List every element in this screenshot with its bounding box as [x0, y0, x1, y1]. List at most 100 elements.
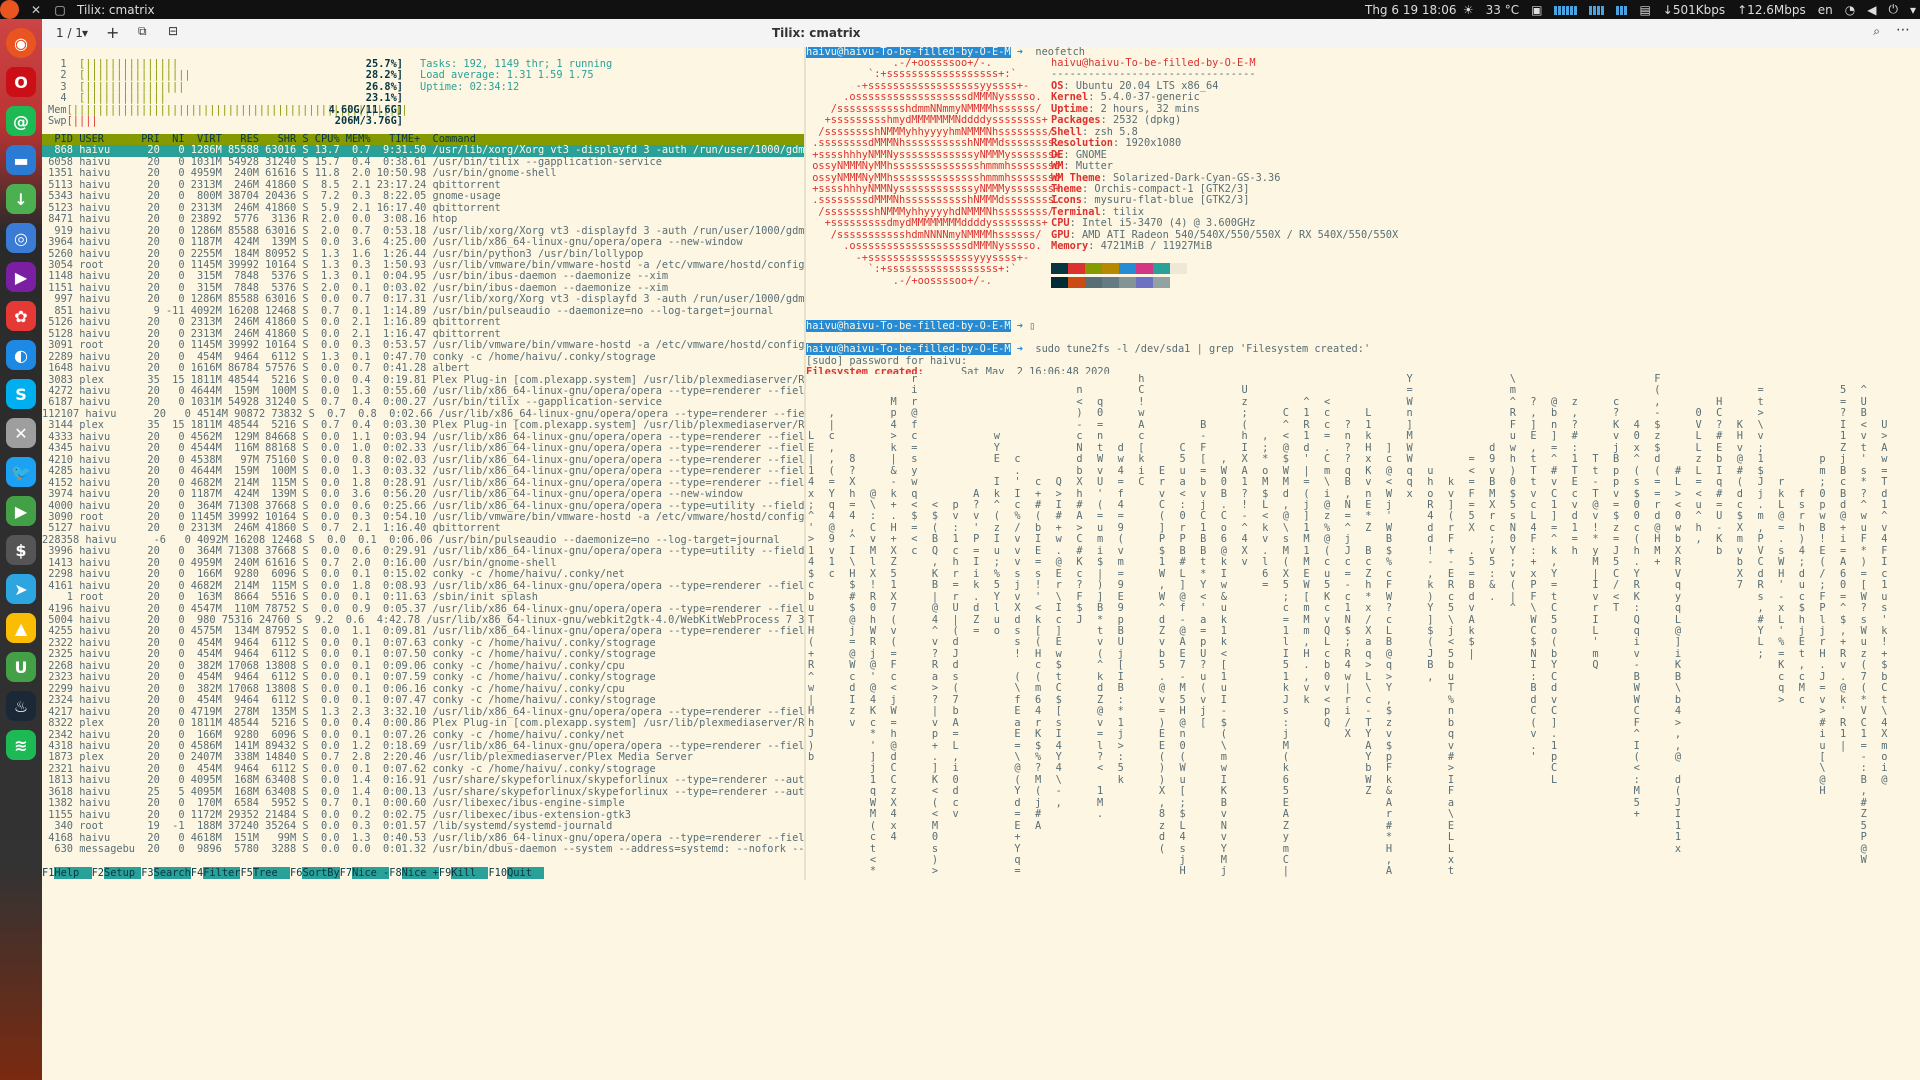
mail-icon[interactable]: @ — [6, 106, 36, 136]
matrix-column: , ; * o M $ L < k v . l 6 = — [1262, 430, 1269, 592]
matrix-column: ? n ? ? q B , N = ^ j J c = - c 1 N $ ; … — [1344, 418, 1351, 741]
matrix-column: 0 V L L z L = < u ^ h , — [1695, 407, 1702, 546]
cpu-bar: [|||||||||||||||| — [79, 80, 185, 93]
mem-monitor-icon[interactable] — [1589, 5, 1605, 15]
fkey-key: F3 — [141, 867, 154, 879]
media-icon[interactable]: ▶ — [6, 496, 36, 526]
split-down-icon[interactable]: ⊟ — [168, 24, 178, 38]
table-row[interactable]: 8322 plex 20 0 1811M 48544 5216 S 0.0 0.… — [42, 717, 805, 729]
prompt-userhost: haivu@haivu-To-be-filled-by-O-E-M — [806, 343, 1011, 356]
fkey-f2[interactable]: F2Setup — [91, 867, 142, 879]
matrix-column: # L > < 0 w b X R V q y q L @ ] i K B \ … — [1674, 464, 1682, 855]
opera-icon[interactable]: O — [6, 67, 36, 97]
cmatrix-terminal[interactable]: L E | 1 4 x ; ^ ' > 1 4 $ c b u T H ( + … — [806, 374, 1920, 880]
table-row[interactable]: 8471 haivu 20 0 23892 5776 3136 R 2.0 0.… — [42, 213, 805, 225]
fan-icon[interactable]: ✿ — [6, 301, 36, 331]
fkey-f7[interactable]: F7Nice - — [339, 867, 390, 879]
close-icon[interactable]: ✕ — [29, 3, 43, 17]
active-window-title: Tilix: cmatrix — [77, 2, 155, 17]
window-icon[interactable]: ▢ — [53, 3, 67, 17]
matrix-column: q 0 = n t W v U ' ( = u m i $ | ) ] B * … — [1096, 395, 1104, 821]
table-row[interactable]: 2298 haivu 20 0 166M 9280 6096 S 0.0 0.1… — [42, 568, 805, 580]
twitter-icon[interactable]: 🐦 — [6, 457, 36, 487]
table-row[interactable]: 340 root 19 -1 188M 37240 35264 S 0.0 0.… — [42, 820, 805, 832]
color-swatch — [1170, 277, 1187, 289]
image-icon[interactable]: ▣ — [1531, 3, 1542, 17]
table-row[interactable]: 1 root 20 0 163M 8664 5516 S 0.0 0.1 0:1… — [42, 591, 805, 603]
drive-icon[interactable]: ▲ — [6, 613, 36, 643]
toggle-icon[interactable]: ◎ — [6, 223, 36, 253]
table-row[interactable]: 5343 haivu 20 0 800M 38704 20436 S 7.2 0… — [42, 190, 805, 202]
htop-terminal[interactable]: 1 [||||||||||||||| 25.7%] 2 [||||||||||||… — [42, 47, 805, 880]
table-row[interactable]: 3974 haivu 20 0 1187M 424M 139M S 0.0 3.… — [42, 488, 805, 500]
language[interactable]: en — [1818, 3, 1833, 17]
wifi-icon[interactable]: ◔ — [1845, 3, 1855, 17]
net-up[interactable]: ↑12.6Mbps — [1737, 3, 1806, 17]
temperature[interactable]: 33 °C — [1486, 3, 1519, 17]
power-icon[interactable]: ⏻ — [1888, 2, 1898, 17]
fkey-f6[interactable]: F6SortBy — [290, 867, 340, 879]
table-row[interactable]: 3964 haivu 20 0 1187M 424M 139M S 0.0 3.… — [42, 236, 805, 248]
table-row[interactable]: 630 messagebu 20 0 9896 5780 3288 S 0.0 … — [42, 843, 805, 855]
fs-line: Filesystem created: Sat May 2 16:06:48 2… — [806, 367, 1370, 374]
fkey-key: F8 — [389, 867, 402, 879]
fkey-f9[interactable]: F9Kill — [438, 867, 489, 879]
add-terminal-button[interactable]: + — [106, 23, 119, 42]
skype-icon[interactable]: S — [6, 379, 36, 409]
chevron-down-icon[interactable]: ▾ — [82, 26, 88, 40]
search-icon[interactable]: ⌕ — [1873, 24, 1880, 39]
matrix-column: 5 = ? I 1 Z j B c B d @ + i = A 6 0 = ^ … — [1840, 384, 1847, 752]
ubuntu-logo-icon[interactable] — [0, 0, 19, 19]
neofetch-terminal[interactable]: haivu@haivu-To-be-filled-by-O-E-M ➜ neof… — [806, 47, 1920, 374]
ascii-art-line: .ssssssssdMMMNhsssssssssshNMMMdssssssss. — [806, 137, 1061, 150]
info-value: Orchis-compact-1 [GTK2/3] — [1094, 182, 1250, 195]
info-value: Solarized-Dark-Cyan-GS-3.36 — [1113, 171, 1281, 184]
fkey-f1[interactable]: F1Help — [42, 867, 92, 879]
meters-left: 1 [||||||||||||||| 25.7%] 2 [||||||||||||… — [48, 58, 408, 128]
table-row[interactable]: 4345 haivu 20 0 4544M 116M 88168 S 0.0 1… — [42, 442, 805, 454]
matrix-column: T t - T @ v ! * y M | I v r I L ' m Q — [1592, 453, 1599, 672]
clock[interactable]: Thg 6 19 18:06 — [1365, 3, 1456, 17]
htop-meters: 1 [||||||||||||||| 25.7%] 2 [||||||||||||… — [42, 47, 805, 134]
table-row[interactable]: 2324 haivu 20 0 454M 9464 6112 S 0.0 0.1… — [42, 694, 805, 706]
ubuntu-icon[interactable]: ◉ — [6, 28, 36, 58]
cpu-monitor-icon[interactable] — [1554, 5, 1578, 15]
video-icon[interactable]: ▶ — [6, 262, 36, 292]
telegram-icon[interactable]: ➤ — [6, 574, 36, 604]
matrix-column: c ? K v j B p p v = $ z = J 5 C / < T — [1612, 395, 1620, 615]
fkey-key: F2 — [91, 867, 105, 879]
table-row[interactable]: 4285 haivu 20 0 4644M 159M 100M S 0.0 1.… — [42, 465, 805, 477]
speedometer-icon[interactable]: ◐ — [6, 340, 36, 370]
chevron-down-icon[interactable]: ▾ — [1910, 3, 1916, 17]
steam-icon[interactable]: ♨ — [6, 691, 36, 721]
table-row[interactable]: 1648 haivu 20 0 1616M 86784 57576 S 0.0 … — [42, 362, 805, 374]
files-icon[interactable]: ▬ — [6, 145, 36, 175]
fkey-f3[interactable]: F3Search — [141, 867, 191, 879]
spotify-icon[interactable]: ≋ — [6, 730, 36, 760]
dollar-icon[interactable]: $ — [6, 535, 36, 565]
matrix-column: , W 0 B . C o 6 @ k I w & u k 1 k < [ 1 … — [1220, 453, 1227, 878]
fkey-f10[interactable]: F10Quit — [488, 867, 545, 879]
fkey-f8[interactable]: F8Nice + — [389, 867, 439, 879]
ubuntu-one-icon[interactable]: U — [6, 652, 36, 682]
matrix-column: ] c @ < W j ' W B $ % c F W ? c L B @ q … — [1385, 441, 1393, 878]
disk-monitor-icon[interactable] — [1616, 5, 1628, 15]
fkey-f5[interactable]: F5Tree — [240, 867, 291, 879]
system-top-bar: ✕ ▢ Tilix: cmatrix Thg 6 19 18:06 ☀ 33 °… — [0, 0, 1920, 19]
download-icon[interactable]: ↓ — [6, 184, 36, 214]
net-down[interactable]: ↓501Kbps — [1663, 3, 1725, 17]
info-key: GPU — [1051, 228, 1070, 241]
split-right-icon[interactable]: ⧉ — [138, 24, 147, 39]
table-row[interactable]: 5126 haivu 20 0 2313M 246M 41860 S 0.0 2… — [42, 316, 805, 328]
info-value: AMD ATI Radeon 540/540X/550/550X / RX 54… — [1082, 228, 1399, 241]
ascii-art-line: ossyNMMMNyMMhsssssssssssssshmmmhssssssso — [806, 160, 1061, 173]
session-indicator[interactable]: 1 / 1 — [56, 26, 83, 40]
color-swatch — [1102, 277, 1119, 289]
clipboard-icon[interactable]: ▤ — [1639, 3, 1650, 17]
fkey-f4[interactable]: F4Filter — [190, 867, 241, 879]
menu-icon[interactable]: ⋯ — [1896, 22, 1910, 38]
volume-icon[interactable]: ◀ — [1867, 3, 1876, 17]
fkey-key: F7 — [339, 867, 353, 879]
table-row[interactable]: 3091 root 20 0 1145M 39992 10164 S 0.0 0… — [42, 339, 805, 351]
tools-icon[interactable]: ✕ — [6, 418, 36, 448]
